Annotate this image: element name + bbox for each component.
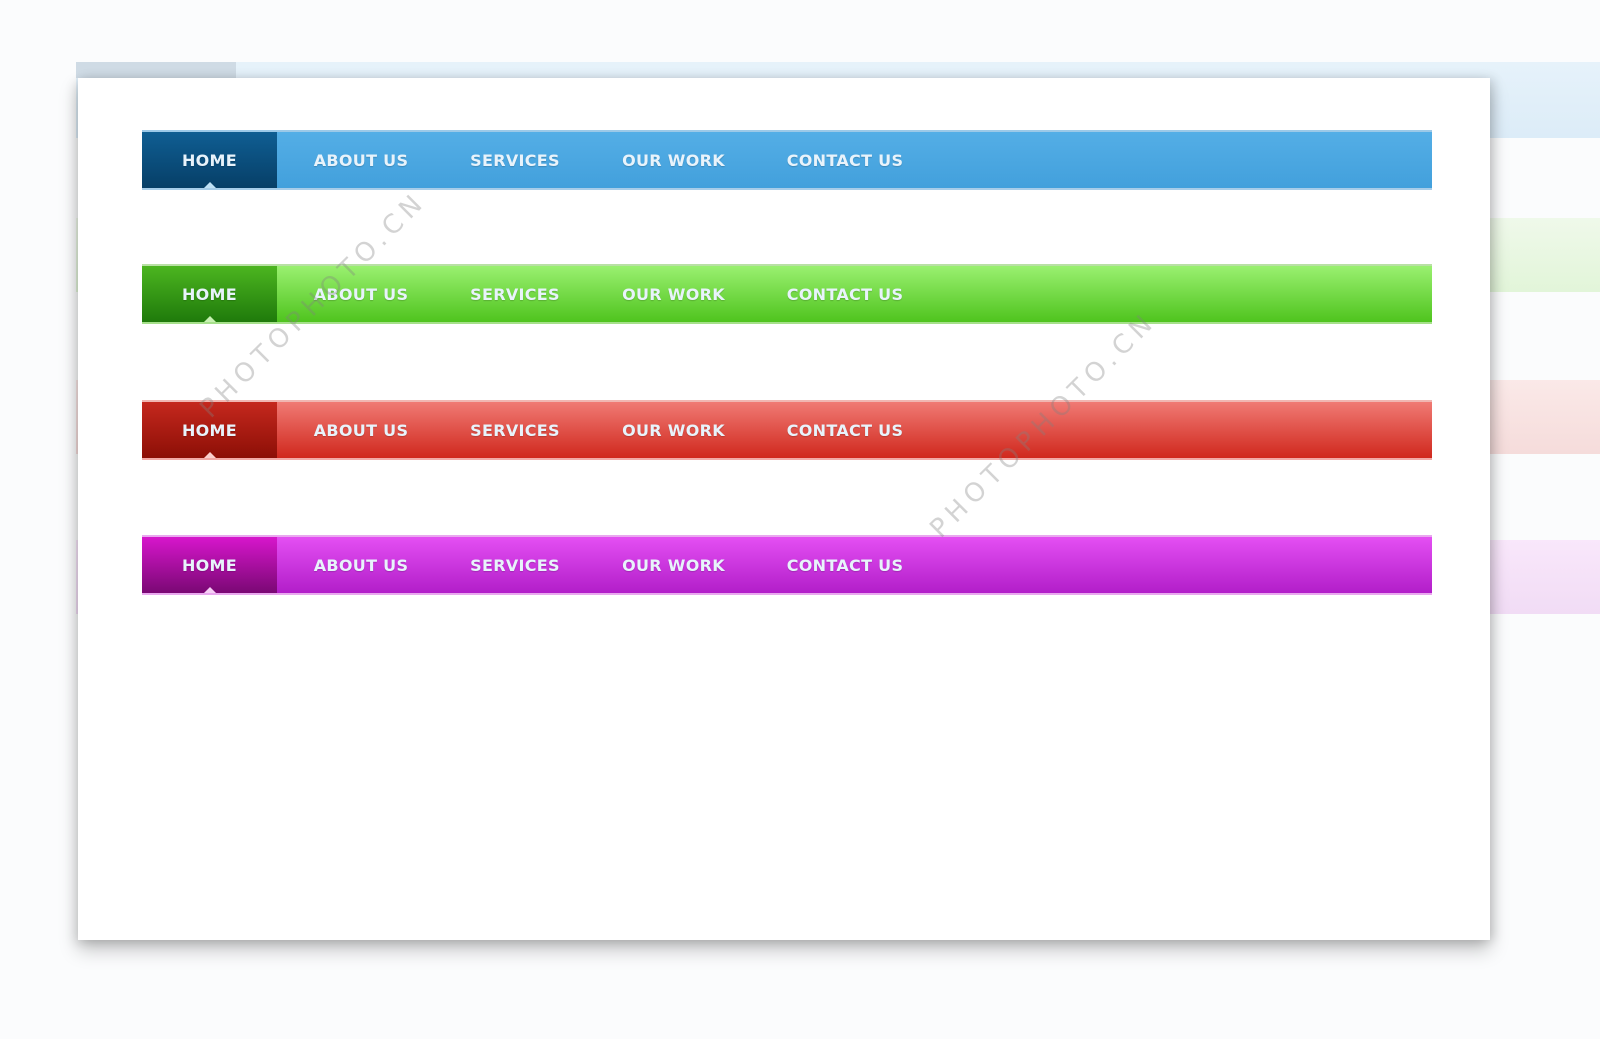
nav-item-contact-us[interactable]: CONTACT US [762,132,928,188]
nav-item-label: ABOUT US [313,420,409,440]
active-caret-icon [203,452,216,458]
nav-item-label: HOME [181,420,238,440]
active-caret-icon [203,182,216,188]
nav-item-label: HOME [181,555,238,575]
nav-item-our-work[interactable]: OUR WORK [585,537,762,593]
nav-item-label: OUR WORK [622,555,725,575]
nav-item-label: HOME [181,150,238,170]
nav-item-label: SERVICES [470,420,560,440]
nav-item-label: CONTACT US [786,555,904,575]
background-corner [76,62,236,78]
nav-item-about-us[interactable]: ABOUT US [277,402,445,458]
nav-item-label: SERVICES [470,555,560,575]
nav-item-contact-us[interactable]: CONTACT US [762,266,928,322]
nav-item-label: OUR WORK [622,284,725,304]
active-caret-icon [203,316,216,322]
nav-item-label: OUR WORK [622,420,725,440]
nav-item-home[interactable]: HOME [142,537,277,593]
nav-item-our-work[interactable]: OUR WORK [585,266,762,322]
nav-item-home[interactable]: HOME [142,402,277,458]
nav-item-label: CONTACT US [786,284,904,304]
nav-item-label: CONTACT US [786,150,904,170]
nav-item-label: CONTACT US [786,420,904,440]
nav-item-label: SERVICES [470,284,560,304]
nav-item-services[interactable]: SERVICES [445,266,585,322]
navbar-purple: HOME ABOUT US SERVICES OUR WORK CONTACT … [142,535,1432,595]
active-caret-icon [203,587,216,593]
navbar-red: HOME ABOUT US SERVICES OUR WORK CONTACT … [142,400,1432,460]
nav-item-label: OUR WORK [622,150,725,170]
nav-item-our-work[interactable]: OUR WORK [585,132,762,188]
navbar-blue: HOME ABOUT US SERVICES OUR WORK CONTACT … [142,130,1432,190]
nav-item-about-us[interactable]: ABOUT US [277,537,445,593]
nav-item-services[interactable]: SERVICES [445,537,585,593]
nav-item-contact-us[interactable]: CONTACT US [762,537,928,593]
nav-item-label: ABOUT US [313,555,409,575]
nav-item-label: ABOUT US [313,150,409,170]
nav-item-label: SERVICES [470,150,560,170]
preview-card: HOME ABOUT US SERVICES OUR WORK CONTACT … [78,78,1490,940]
nav-item-about-us[interactable]: ABOUT US [277,266,445,322]
nav-item-label: HOME [181,284,238,304]
nav-item-contact-us[interactable]: CONTACT US [762,402,928,458]
nav-item-about-us[interactable]: ABOUT US [277,132,445,188]
nav-item-services[interactable]: SERVICES [445,402,585,458]
nav-item-home[interactable]: HOME [142,132,277,188]
nav-item-label: ABOUT US [313,284,409,304]
nav-item-services[interactable]: SERVICES [445,132,585,188]
nav-item-home[interactable]: HOME [142,266,277,322]
nav-item-our-work[interactable]: OUR WORK [585,402,762,458]
navbar-green: HOME ABOUT US SERVICES OUR WORK CONTACT … [142,264,1432,324]
